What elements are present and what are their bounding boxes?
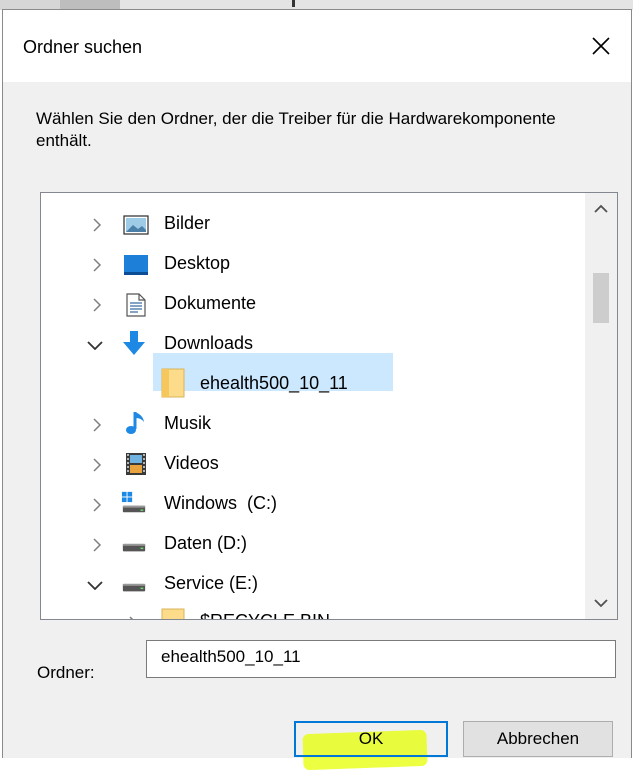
chevron-down-icon xyxy=(594,599,608,608)
tree-item-daten-d[interactable]: Daten (D:) xyxy=(41,527,581,563)
tree-item-dokumente[interactable]: Dokumente xyxy=(41,287,581,323)
folder-icon xyxy=(160,368,186,398)
tree-item-label: Dokumente xyxy=(164,293,257,313)
tree-item-service-e[interactable]: Service (E:) xyxy=(41,567,581,603)
instruction-text: Wählen Sie den Ordner, der die Treiber f… xyxy=(36,109,556,150)
chevron-right-icon[interactable] xyxy=(89,417,105,433)
tree-item-label: $RECYCLE.BIN xyxy=(200,611,330,619)
tree-item-label: Daten (D:) xyxy=(164,533,248,553)
chevron-right-icon[interactable] xyxy=(89,497,105,513)
chevron-right-icon[interactable] xyxy=(125,615,141,619)
folder-field-label: Ordner: xyxy=(37,663,95,682)
tree-item-label: Desktop xyxy=(164,253,231,273)
cancel-button-label: Abbrechen xyxy=(496,729,580,748)
tree-item-label: Service (E:) xyxy=(164,573,259,593)
desktop-icon xyxy=(123,252,149,278)
drive-icon xyxy=(121,530,147,556)
chevron-right-icon[interactable] xyxy=(89,217,105,233)
tree-item-label: Bilder xyxy=(164,213,211,233)
cancel-button[interactable]: Abbrechen xyxy=(463,721,613,757)
videos-icon xyxy=(123,451,149,477)
close-button[interactable] xyxy=(571,10,631,82)
chevron-right-icon[interactable] xyxy=(89,297,105,313)
windows-drive-icon xyxy=(121,490,147,516)
chevron-right-icon[interactable] xyxy=(89,457,105,473)
close-icon xyxy=(592,37,610,55)
ok-button-label: OK xyxy=(358,729,384,748)
tree-item-musik[interactable]: Musik xyxy=(41,407,581,443)
vertical-scrollbar[interactable] xyxy=(585,193,617,619)
tree-item-bilder[interactable]: Bilder xyxy=(41,207,581,243)
browse-folder-dialog: Ordner suchen Wählen Sie den Ordner, der… xyxy=(2,9,632,770)
tree-item-downloads[interactable]: Downloads xyxy=(41,327,581,363)
chevron-down-icon[interactable] xyxy=(87,577,103,593)
title-bar: Ordner suchen xyxy=(3,10,631,82)
pictures-icon xyxy=(123,212,149,238)
tree-item-recycle-bin[interactable]: $RECYCLE.BIN xyxy=(41,605,581,619)
scroll-down-button[interactable] xyxy=(585,587,617,619)
tree-item-label: Windows (C:) xyxy=(164,493,278,513)
folder-icon xyxy=(160,608,186,619)
dialog-title: Ordner suchen xyxy=(23,37,143,57)
background-mark xyxy=(292,0,295,7)
tree-item-videos[interactable]: Videos xyxy=(41,447,581,483)
folder-tree[interactable]: Bilder Desktop Dokumente Downloads eheal… xyxy=(40,192,618,620)
ok-button[interactable]: OK xyxy=(294,721,448,757)
tree-item-windows-c[interactable]: Windows (C:) xyxy=(41,487,581,523)
drive-icon xyxy=(121,570,147,596)
tree-item-label: Musik xyxy=(164,413,212,433)
downloads-icon xyxy=(121,330,147,356)
tree-item-desktop[interactable]: Desktop xyxy=(41,247,581,283)
tree-item-label: Downloads xyxy=(164,333,254,353)
chevron-down-icon[interactable] xyxy=(87,337,103,353)
music-icon xyxy=(123,410,149,436)
chevron-right-icon[interactable] xyxy=(89,537,105,553)
chevron-right-icon[interactable] xyxy=(89,257,105,273)
scroll-up-button[interactable] xyxy=(585,193,617,225)
tree-item-ehealth500[interactable]: ehealth500_10_11 xyxy=(41,367,581,403)
documents-icon xyxy=(123,292,149,318)
tree-item-label: Videos xyxy=(164,453,219,473)
chevron-up-icon xyxy=(594,204,608,213)
scroll-thumb[interactable] xyxy=(593,273,609,323)
folder-field[interactable]: ehealth500_10_11 xyxy=(146,640,616,678)
tree-item-label: ehealth500_10_11 xyxy=(200,373,348,393)
